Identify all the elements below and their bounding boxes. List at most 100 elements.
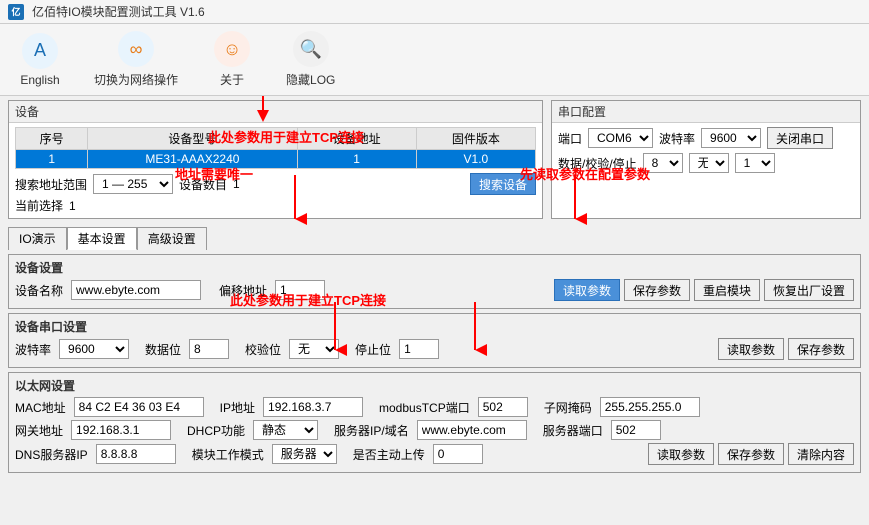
network-button[interactable]: ∞ 切换为网络操作 [86,27,186,92]
device-section-content: 序号 设备型号 设备地址 固件版本 1 ME31-AAAX2240 1 V1.0 [9,123,542,218]
serial-save-button[interactable]: 保存参数 [788,338,854,360]
ethernet-settings: 以太网设置 MAC地址 IP地址 modbusTCP端口 子网掩码 网关地址 D… [8,372,861,473]
serial-port-row: 端口 COM6 波特率 9600 关闭串口 [558,127,854,149]
port-label: 端口 [558,130,582,147]
ethernet-read-button[interactable]: 读取参数 [648,443,714,465]
baud-label: 波特率 [659,130,695,147]
device-name-input[interactable] [71,280,201,300]
device-count-label: 设备数目 [179,176,227,193]
device-table: 序号 设备型号 设备地址 固件版本 1 ME31-AAAX2240 1 V1.0 [15,127,536,169]
ethernet-row1: MAC地址 IP地址 modbusTCP端口 子网掩码 [15,397,854,417]
device-serial-title: 设备串口设置 [15,318,854,335]
serial-stop-input[interactable] [399,339,439,359]
col-header-firmware: 固件版本 [416,128,535,150]
serial-databits-label: 数据位 [145,341,181,358]
cell-id: 1 [16,150,88,169]
search-range-label: 搜索地址范围 [15,176,87,193]
device-section: 设备 序号 设备型号 设备地址 固件版本 1 [8,100,543,219]
tabs: IO演示 基本设置 高级设置 [8,227,861,250]
search-range-select[interactable]: 1 — 255 [93,174,173,194]
data-label: 数据/校验/停止 [558,155,637,172]
device-settings-buttons: 读取参数 保存参数 重启模块 恢复出厂设置 [554,279,854,301]
current-select-value: 1 [69,199,76,213]
server-port-input[interactable] [611,420,661,440]
cell-address: 1 [297,150,416,169]
current-select-label: 当前选择 [15,197,63,214]
english-button[interactable]: A English [10,29,70,91]
device-serial-settings: 设备串口设置 波特率 9600 数据位 校验位 无 停止位 读取参数 保存参数 [8,313,861,368]
serial-baud-label: 波特率 [15,341,51,358]
english-label: English [20,73,59,87]
gateway-label: 网关地址 [15,422,63,439]
search-button[interactable]: 搜索设备 [470,173,536,195]
gateway-input[interactable] [71,420,171,440]
device-name-label: 设备名称 [15,282,63,299]
cell-version: V1.0 [416,150,535,169]
offset-label: 偏移地址 [219,282,267,299]
upload-input[interactable] [433,444,483,464]
tab-basic[interactable]: 基本设置 [67,227,137,250]
col-header-model: 设备型号 [88,128,297,150]
app-icon: 亿 [8,4,24,20]
close-serial-button[interactable]: 关闭串口 [767,127,833,149]
device-settings-title: 设备设置 [15,259,854,276]
toolbar: A English ∞ 切换为网络操作 ☺ 关于 🔍 隐藏LOG [0,24,869,96]
app-title: 亿佰特IO模块配置测试工具 V1.6 [32,3,205,20]
baud-select[interactable]: 9600 [701,128,761,148]
log-button[interactable]: 🔍 隐藏LOG [278,27,343,92]
ethernet-row2: 网关地址 DHCP功能 静态 服务器IP/域名 服务器端口 [15,420,854,440]
workmode-select[interactable]: 服务器 [272,444,337,464]
dns-input[interactable] [96,444,176,464]
serial-data-row: 数据/校验/停止 8 无 1 [558,153,854,173]
port-select[interactable]: COM6 [588,128,653,148]
upload-label: 是否主动上传 [353,446,425,463]
serial-parity-select[interactable]: 无 [289,339,339,359]
log-label: 隐藏LOG [286,71,335,88]
serial-baud-select[interactable]: 9600 [59,339,129,359]
restore-button[interactable]: 恢复出厂设置 [764,279,854,301]
col-header-id: 序号 [16,128,88,150]
read-params-button[interactable]: 读取参数 [554,279,620,301]
serial-parity-label: 校验位 [245,341,281,358]
english-icon: A [22,33,58,69]
tab-io[interactable]: IO演示 [8,227,67,250]
serial-databits-input[interactable] [189,339,229,359]
mac-label: MAC地址 [15,399,66,416]
about-label: 关于 [220,71,244,88]
serial-section-content: 端口 COM6 波特率 9600 关闭串口 数据/校验/停止 8 [552,123,860,181]
server-ip-input[interactable] [417,420,527,440]
device-settings: 设备设置 设备名称 偏移地址 读取参数 保存参数 重启模块 恢复出厂设置 [8,254,861,309]
subnet-label: 子网掩码 [544,399,592,416]
device-settings-row: 设备名称 偏移地址 读取参数 保存参数 重启模块 恢复出厂设置 [15,279,854,301]
main-content: 设备 序号 设备型号 设备地址 固件版本 1 [0,96,869,525]
ethernet-title: 以太网设置 [15,377,854,394]
offset-input[interactable] [275,280,325,300]
dhcp-label: DHCP功能 [187,422,245,439]
parity-select[interactable]: 无 [689,153,729,173]
search-row: 搜索地址范围 1 — 255 设备数目 1 搜索设备 [15,173,536,195]
ethernet-clear-button[interactable]: 清除内容 [788,443,854,465]
ip-input[interactable] [263,397,363,417]
restart-button[interactable]: 重启模块 [694,279,760,301]
dhcp-select[interactable]: 静态 [253,420,318,440]
ethernet-save-button[interactable]: 保存参数 [718,443,784,465]
serial-read-button[interactable]: 读取参数 [718,338,784,360]
table-row[interactable]: 1 ME31-AAAX2240 1 V1.0 [16,150,536,169]
modbus-input[interactable] [478,397,528,417]
serial-section-title: 串口配置 [552,101,860,123]
serial-settings-row: 波特率 9600 数据位 校验位 无 停止位 读取参数 保存参数 [15,338,854,360]
cell-model: ME31-AAAX2240 [88,150,297,169]
title-bar: 亿 亿佰特IO模块配置测试工具 V1.6 [0,0,869,24]
save-params-button[interactable]: 保存参数 [624,279,690,301]
about-button[interactable]: ☺ 关于 [202,27,262,92]
device-section-title: 设备 [9,101,542,123]
mac-input[interactable] [74,397,204,417]
data-select[interactable]: 8 [643,153,683,173]
tab-advanced[interactable]: 高级设置 [137,227,207,250]
ethernet-row3: DNS服务器IP 模块工作模式 服务器 是否主动上传 读取参数 保存参数 清除内… [15,443,854,465]
serial-stop-label: 停止位 [355,341,391,358]
subnet-input[interactable] [600,397,700,417]
col-header-address: 设备地址 [297,128,416,150]
server-ip-label: 服务器IP/域名 [334,422,409,439]
stop-select[interactable]: 1 [735,153,775,173]
